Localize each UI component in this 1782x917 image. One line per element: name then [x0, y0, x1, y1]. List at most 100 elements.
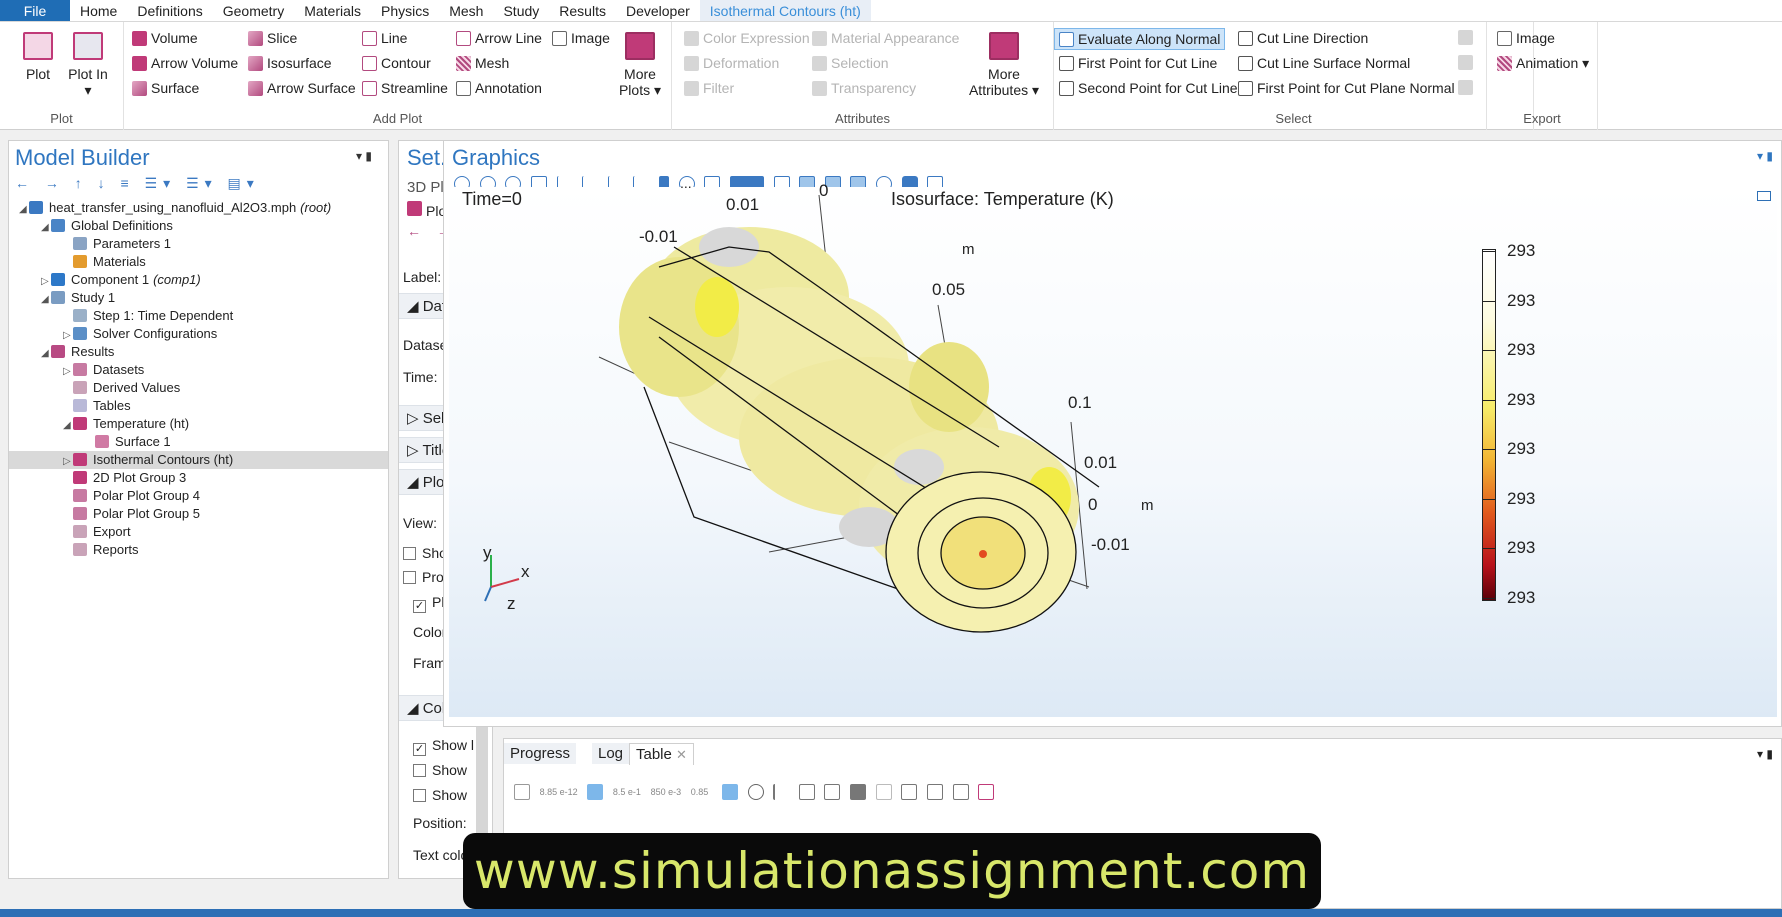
tree-item[interactable]: Derived Values [9, 379, 388, 397]
show-legends-checkbox[interactable]: ✓ Show l [413, 737, 474, 756]
view-label: View: [403, 515, 437, 531]
tree-item[interactable]: ▷ Solver Configurations [9, 325, 388, 343]
second-point-cut-line-button[interactable]: Second Point for Cut Line [1059, 80, 1238, 96]
arrow-surface-button[interactable]: Arrow Surface [248, 80, 356, 96]
table-full-icon[interactable] [952, 783, 969, 800]
animation-button[interactable]: Animation ▾ [1497, 55, 1589, 72]
tree-item[interactable]: Parameters 1 [9, 235, 388, 253]
image-button[interactable]: Image [552, 30, 610, 46]
format-button-1[interactable]: 8.85 e-12 [540, 787, 578, 797]
table-clear-icon[interactable] [773, 783, 789, 800]
select-extra-1-button[interactable] [1458, 30, 1477, 45]
ribbon-group-export: Image Animation ▾ Export [1486, 22, 1598, 130]
tree-item[interactable]: Export [9, 523, 388, 541]
model-builder-toolbar[interactable]: ← → ↑ ↓ ≡ ☰▾ ☰▾ ▤▾ [15, 175, 260, 192]
select-extra-3-button[interactable] [1458, 80, 1477, 95]
tab-progress[interactable]: Progress [504, 743, 577, 764]
select-extra-2-button[interactable] [1458, 55, 1477, 70]
menu-geometry[interactable]: Geometry [213, 0, 294, 21]
table-format-icon[interactable] [978, 783, 995, 800]
table-import-icon[interactable] [926, 783, 943, 800]
plot-button[interactable]: Plot [20, 32, 56, 82]
tree-item[interactable]: ◢ Global Definitions [9, 217, 388, 235]
table-delete-icon[interactable] [798, 783, 815, 800]
filter-button[interactable]: Filter [684, 80, 734, 96]
menu-file[interactable]: File [0, 0, 70, 21]
show-checkbox-2[interactable]: Show [413, 762, 467, 778]
tree-item[interactable]: Surface 1 [9, 433, 388, 451]
menu-physics[interactable]: Physics [371, 0, 439, 21]
transparency-button[interactable]: Transparency [812, 80, 916, 96]
tab-table[interactable]: Table ✕ [629, 743, 694, 765]
first-point-cut-plane-normal-button[interactable]: First Point for Cut Plane Normal [1238, 80, 1455, 96]
menu-study[interactable]: Study [493, 0, 549, 21]
tree-item[interactable]: ▷ Isothermal Contours (ht) [9, 451, 388, 469]
tree-item[interactable]: Tables [9, 397, 388, 415]
table-copy-icon[interactable] [875, 783, 892, 800]
format-button-4[interactable]: 0.85 [691, 787, 709, 797]
plot-in-button[interactable]: Plot In ▾ [66, 32, 110, 98]
annotation-button[interactable]: Annotation [456, 80, 542, 96]
cut-line-surface-normal-button[interactable]: Cut Line Surface Normal [1238, 55, 1410, 71]
volume-button[interactable]: Volume [132, 30, 198, 46]
cut-line-direction-button[interactable]: Cut Line Direction [1238, 30, 1368, 46]
surface-button[interactable]: Surface [132, 80, 199, 96]
tree-item[interactable]: ▷ Component 1 (comp1) [9, 271, 388, 289]
format-button-2[interactable]: 8.5 e-1 [613, 787, 641, 797]
bottom-pin-icon[interactable]: ▾ ▮ [1757, 747, 1773, 761]
arrow-volume-button[interactable]: Arrow Volume [132, 55, 238, 71]
table-stop-icon[interactable] [850, 783, 866, 800]
tree-item[interactable]: 2D Plot Group 3 [9, 469, 388, 487]
menu-mesh[interactable]: Mesh [439, 0, 493, 21]
mesh-button[interactable]: Mesh [456, 55, 509, 71]
format-button-3[interactable]: 850 e-3 [651, 787, 682, 797]
table-view-icon[interactable] [721, 783, 738, 800]
graphics-canvas[interactable]: ... Time=0 Isosurface: Temperature (K) 0… [449, 175, 1777, 717]
tree-item[interactable]: Materials [9, 253, 388, 271]
tree-item-label: 2D Plot Group 3 [93, 470, 187, 485]
slice-button[interactable]: Slice [248, 30, 297, 46]
arrow-line-button[interactable]: Arrow Line [456, 30, 542, 46]
evaluate-along-normal-button[interactable]: Evaluate Along Normal [1054, 28, 1226, 50]
selection-button[interactable]: Selection [812, 55, 889, 71]
tree-item[interactable]: Step 1: Time Dependent [9, 307, 388, 325]
show-checkbox-3[interactable]: Show [413, 787, 467, 803]
more-attributes-button[interactable]: More Attributes ▾ [964, 32, 1044, 98]
line-button[interactable]: Line [362, 30, 407, 46]
surface-icon [132, 80, 147, 96]
contour-button[interactable]: Contour [362, 55, 431, 71]
export-image-button[interactable]: Image [1497, 30, 1555, 46]
streamline-button[interactable]: Streamline [362, 80, 448, 96]
menu-developer[interactable]: Developer [616, 0, 700, 21]
tree-item[interactable]: ◢ Study 1 [9, 289, 388, 307]
tree-item[interactable]: ▷ Datasets [9, 361, 388, 379]
menu-home[interactable]: Home [70, 0, 127, 21]
format-auto-icon[interactable] [587, 783, 604, 800]
tree-item[interactable]: Polar Plot Group 4 [9, 487, 388, 505]
tree-item[interactable]: ◢ Temperature (ht) [9, 415, 388, 433]
tree-item[interactable]: Polar Plot Group 5 [9, 505, 388, 523]
deformation-button[interactable]: Deformation [684, 55, 779, 71]
group-label-plot: Plot [50, 111, 73, 126]
isosurface-button[interactable]: Isosurface [248, 55, 332, 71]
table-graph-icon[interactable] [824, 783, 841, 800]
tree-item[interactable]: ◢ Results [9, 343, 388, 361]
material-appearance-button[interactable]: Material Appearance [812, 30, 959, 46]
tab-log[interactable]: Log [592, 743, 630, 764]
menu-materials[interactable]: Materials [294, 0, 371, 21]
close-table-icon[interactable]: ✕ [676, 747, 687, 762]
table-settings-icon[interactable] [514, 783, 530, 800]
graphics-corner-icon[interactable] [1757, 191, 1771, 201]
menu-results[interactable]: Results [549, 0, 616, 21]
more-plots-button[interactable]: More Plots ▾ [616, 32, 664, 98]
color-expression-button[interactable]: Color Expression [684, 30, 810, 46]
first-point-cut-line-button[interactable]: First Point for Cut Line [1059, 55, 1217, 71]
table-export-icon[interactable] [901, 783, 918, 800]
menu-isothermal-contours[interactable]: Isothermal Contours (ht) [699, 0, 871, 21]
tree-item[interactable]: ◢ heat_transfer_using_nanofluid_Al2O3.mph… [9, 199, 388, 217]
table-chart-icon[interactable] [747, 783, 764, 800]
model-builder-pin-icon[interactable]: ▾ ▮ [356, 149, 372, 163]
graphics-pin-icon[interactable]: ▾ ▮ [1757, 149, 1773, 163]
menu-definitions[interactable]: Definitions [127, 0, 212, 21]
tree-item[interactable]: Reports [9, 541, 388, 559]
